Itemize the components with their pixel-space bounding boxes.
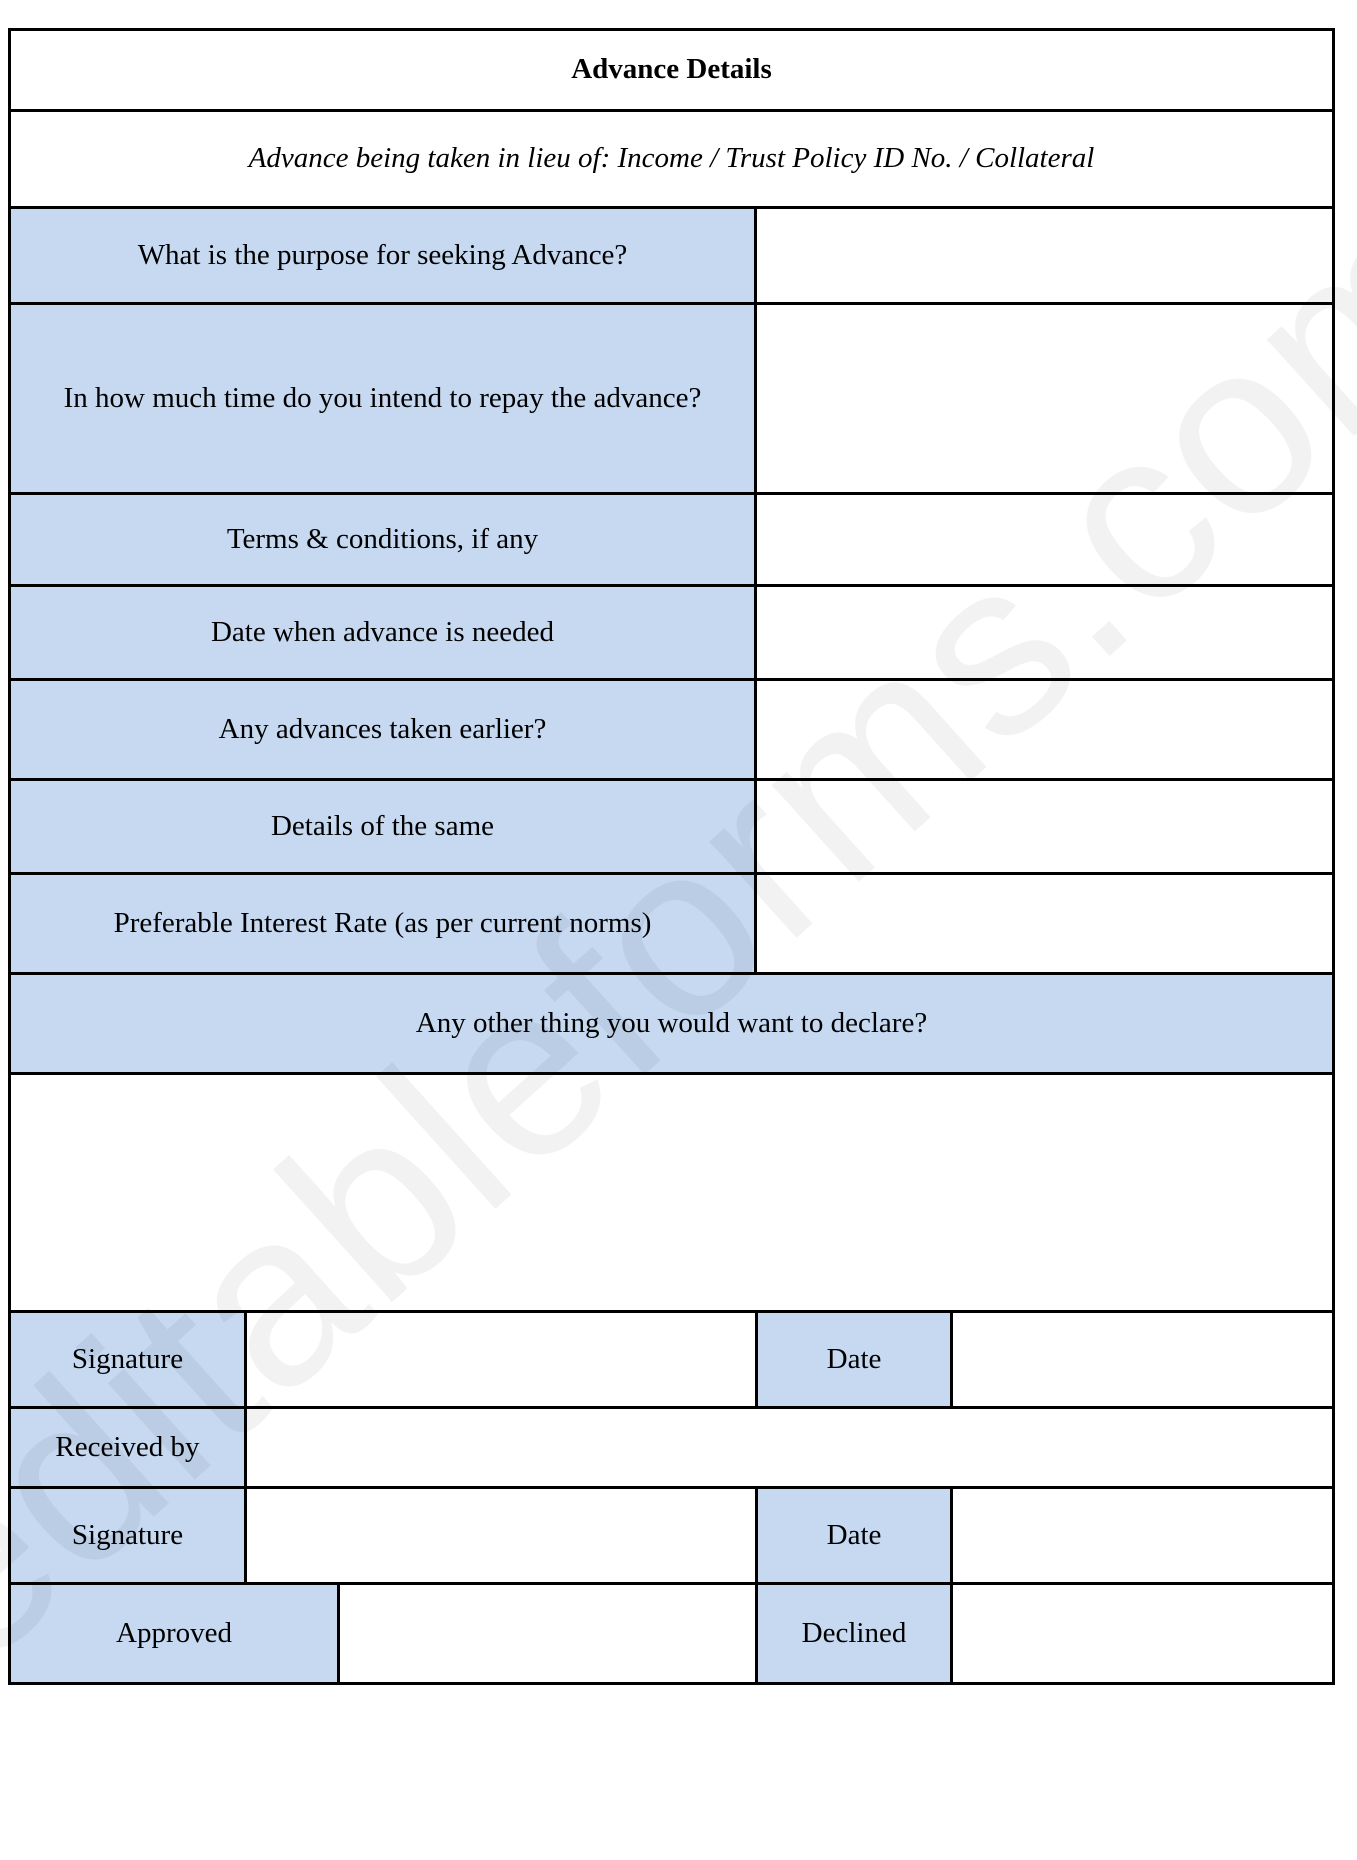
label-interest-rate: Preferable Interest Rate (as per current… <box>8 872 757 975</box>
page-title: Advance Details <box>8 28 1335 112</box>
label-repay-time: In how much time do you intend to repay … <box>8 302 757 495</box>
title-row: Advance Details <box>8 28 1335 112</box>
table-row: Preferable Interest Rate (as per current… <box>8 872 1335 975</box>
label-declaration: Any other thing you would want to declar… <box>8 972 1335 1075</box>
declaration-prompt-row: Any other thing you would want to declar… <box>8 972 1335 1075</box>
input-receiver-signature[interactable] <box>244 1486 758 1585</box>
table-row: Details of the same <box>8 778 1335 875</box>
label-details-of-same: Details of the same <box>8 778 757 875</box>
input-date-needed[interactable] <box>754 584 1335 681</box>
input-advances-earlier[interactable] <box>754 678 1335 781</box>
label-receiver-signature: Signature <box>8 1486 247 1585</box>
table-row: Date when advance is needed <box>8 584 1335 681</box>
table-row: What is the purpose for seeking Advance? <box>8 206 1335 305</box>
received-by-row: Received by <box>8 1406 1335 1489</box>
input-repay-time[interactable] <box>754 302 1335 495</box>
table-row: In how much time do you intend to repay … <box>8 302 1335 495</box>
label-applicant-date: Date <box>755 1310 953 1409</box>
subtitle-row: Advance being taken in lieu of: Income /… <box>8 109 1335 209</box>
input-applicant-signature[interactable] <box>244 1310 758 1409</box>
table-row: Any advances taken earlier? <box>8 678 1335 781</box>
label-purpose: What is the purpose for seeking Advance? <box>8 206 757 305</box>
input-terms-conditions[interactable] <box>754 492 1335 587</box>
label-approved: Approved <box>8 1582 340 1685</box>
input-receiver-date[interactable] <box>950 1486 1335 1585</box>
label-terms-conditions: Terms & conditions, if any <box>8 492 757 587</box>
input-received-by[interactable] <box>244 1406 1335 1489</box>
declaration-answer-row <box>8 1072 1335 1313</box>
label-advances-earlier: Any advances taken earlier? <box>8 678 757 781</box>
input-applicant-date[interactable] <box>950 1310 1335 1409</box>
applicant-signoff-row: Signature Date <box>8 1310 1335 1409</box>
label-applicant-signature: Signature <box>8 1310 247 1409</box>
input-declined[interactable] <box>950 1582 1335 1685</box>
label-declined: Declined <box>755 1582 953 1685</box>
input-approved[interactable] <box>337 1582 758 1685</box>
label-received-by: Received by <box>8 1406 247 1489</box>
lieu-of-statement: Advance being taken in lieu of: Income /… <box>8 109 1335 209</box>
input-details-of-same[interactable] <box>754 778 1335 875</box>
decision-row: Approved Declined <box>8 1582 1335 1685</box>
input-interest-rate[interactable] <box>754 872 1335 975</box>
label-date-needed: Date when advance is needed <box>8 584 757 681</box>
table-row: Terms & conditions, if any <box>8 492 1335 587</box>
form-page: Advance Details Advance being taken in l… <box>0 0 1357 1860</box>
label-receiver-date: Date <box>755 1486 953 1585</box>
advance-details-form: Advance Details Advance being taken in l… <box>8 28 1335 1685</box>
input-purpose[interactable] <box>754 206 1335 305</box>
receiver-signoff-row: Signature Date <box>8 1486 1335 1585</box>
input-declaration[interactable] <box>8 1072 1335 1313</box>
